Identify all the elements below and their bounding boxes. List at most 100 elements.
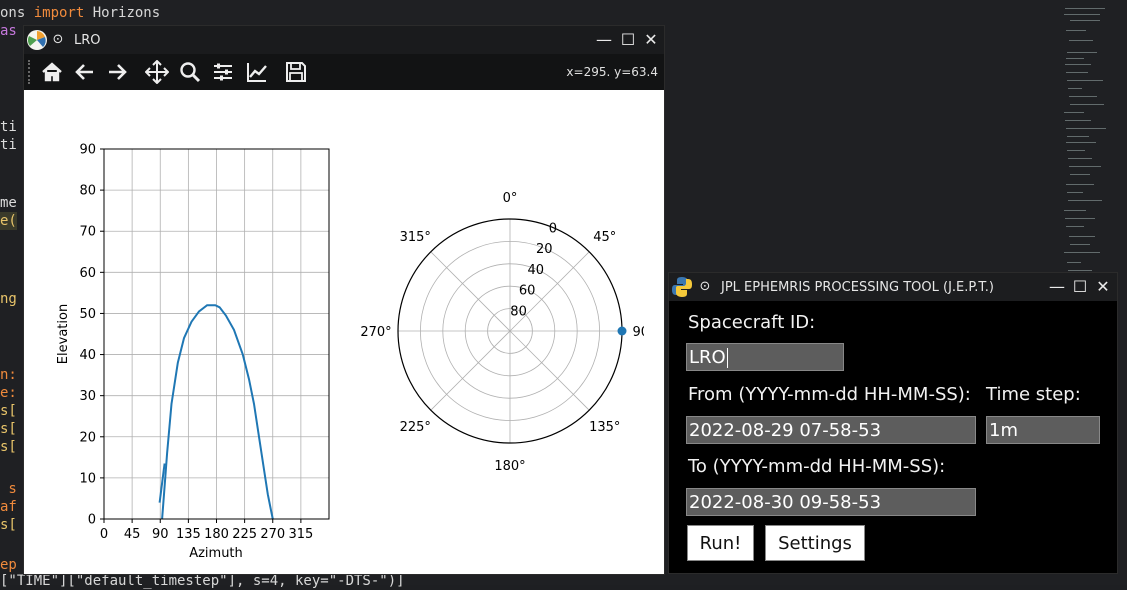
minimap-line <box>1067 192 1083 193</box>
minimap-line <box>1067 80 1103 81</box>
r-label: 20 <box>536 242 553 257</box>
code-line: ons import Horizons <box>0 5 161 21</box>
minimap-line <box>1065 120 1091 121</box>
to-date-label: To (YYYY-mm-dd HH-MM-SS): <box>688 456 946 477</box>
spacecraft-id-input[interactable]: LRO <box>686 343 844 371</box>
minimap-line <box>1066 128 1106 129</box>
maximize-button[interactable]: ☐ <box>618 30 638 50</box>
x-tick-label: 135 <box>176 527 201 542</box>
minimap-line <box>1070 244 1090 245</box>
minimap-line <box>1068 200 1102 201</box>
minimap-line <box>1065 218 1095 219</box>
minimap-line <box>1068 88 1082 89</box>
series-line <box>161 304 274 520</box>
polar-spoke <box>430 330 511 411</box>
y-tick-label: 50 <box>79 307 96 322</box>
jept-window-titlebar[interactable]: ⊙ JPL EPHEMRIS PROCESSING TOOL (J.E.P.T.… <box>669 273 1117 301</box>
x-tick-label: 180 <box>204 527 229 542</box>
elevation-azimuth-chart: 0 45 90 135 180 225 270 315 0 10 20 30 40 50 60 70 80 90… <box>56 143 330 561</box>
minimize-button[interactable]: — <box>1047 277 1067 297</box>
minimap-line <box>1069 236 1095 237</box>
code-line: n: <box>0 367 17 383</box>
code-line: e( <box>0 212 17 230</box>
run-button[interactable]: Run! <box>687 525 754 561</box>
y-tick-label: 70 <box>79 225 96 240</box>
minimap-line <box>1069 40 1093 41</box>
minimize-button[interactable]: — <box>594 30 614 50</box>
maximize-button[interactable]: ☐ <box>1070 277 1090 297</box>
x-tick-label: 270 <box>260 527 285 542</box>
line-chart-icon[interactable] <box>245 60 269 84</box>
x-tick-label: 0 <box>100 527 108 542</box>
code-line: s[ <box>0 403 17 419</box>
minimap-line <box>1066 30 1086 31</box>
pan-icon[interactable] <box>145 60 169 84</box>
theta-label: 45° <box>593 230 616 245</box>
y-tick-label: 20 <box>79 430 96 445</box>
code-line: s[ <box>0 517 17 533</box>
to-date-input[interactable]: 2022-08-30 09-58-53 <box>686 488 976 516</box>
close-button[interactable]: ✕ <box>1093 277 1113 297</box>
y-tick-label: 80 <box>79 184 96 199</box>
cursor-coordinates: x=295. y=63.4 <box>566 65 658 79</box>
code-line: af <box>0 499 17 515</box>
y-tick-label: 40 <box>79 348 96 363</box>
time-step-label: Time step: <box>986 384 1081 405</box>
code-line: me <box>0 195 17 211</box>
plot-window: ⊙ LRO — ☐ ✕ x=295. y=63.4 0 45 90 135 180 225… <box>24 26 664 574</box>
minimap-line <box>1066 72 1088 73</box>
r-label: 0 <box>549 222 557 237</box>
y-tick-label: 90 <box>79 143 96 158</box>
settings-button[interactable]: Settings <box>765 525 865 561</box>
x-axis-label: Azimuth <box>189 546 243 561</box>
code-line: e: <box>0 385 17 401</box>
plot-toolbar: x=295. y=63.4 <box>24 54 664 90</box>
theta-label: 90° <box>632 325 644 340</box>
x-tick-label: 90 <box>152 527 169 542</box>
close-button[interactable]: ✕ <box>641 30 661 50</box>
minimap-line <box>1067 150 1085 151</box>
polar-spoke <box>430 251 511 332</box>
theta-label: 270° <box>360 325 391 340</box>
x-tick-label: 45 <box>124 527 141 542</box>
code-line: ti <box>0 137 17 153</box>
polar-point <box>617 326 627 336</box>
polar-spoke <box>509 330 590 411</box>
x-tick-label: 225 <box>232 527 257 542</box>
code-line: ti <box>0 119 17 135</box>
figure-canvas[interactable]: 0 45 90 135 180 225 270 315 0 10 20 30 40 50 60 70 80 90… <box>24 90 664 574</box>
y-tick-label: 30 <box>79 389 96 404</box>
r-label: 60 <box>519 284 536 299</box>
zoom-icon[interactable] <box>178 60 202 84</box>
code-line: s[ <box>0 439 17 455</box>
pin-icon[interactable]: ⊙ <box>48 30 68 50</box>
minimap-line <box>1064 14 1100 15</box>
code-line: s <box>0 481 17 497</box>
plot-window-titlebar[interactable]: ⊙ LRO — ☐ ✕ <box>24 26 664 54</box>
r-label: 40 <box>527 263 544 278</box>
minimap-line <box>1066 142 1096 143</box>
time-step-input[interactable]: 1m <box>986 416 1100 444</box>
theta-label: 180° <box>494 459 525 474</box>
minimap-line <box>1066 184 1094 185</box>
arrow-left-icon[interactable] <box>73 60 97 84</box>
theta-label: 315° <box>400 230 431 245</box>
minimap-line <box>1067 52 1097 53</box>
theta-label: 225° <box>400 420 431 435</box>
home-icon[interactable] <box>40 60 64 84</box>
y-tick-label: 0 <box>88 513 96 528</box>
from-date-label: From (YYYY-mm-dd HH-MM-SS): <box>688 384 971 405</box>
from-date-input[interactable]: 2022-08-29 07-58-53 <box>686 416 976 444</box>
sliders-icon[interactable] <box>211 60 235 84</box>
code-line: ng <box>0 291 17 307</box>
code-line: s[ <box>0 421 17 437</box>
y-tick-label: 10 <box>79 471 96 486</box>
save-icon[interactable] <box>284 60 308 84</box>
pin-icon[interactable]: ⊙ <box>695 277 715 297</box>
toolbar-grip[interactable] <box>28 60 33 84</box>
plot-window-title: LRO <box>74 33 101 48</box>
minimap-line <box>1068 270 1092 271</box>
arrow-right-icon[interactable] <box>105 60 129 84</box>
theta-label: 135° <box>589 420 620 435</box>
minimap-line <box>1067 136 1089 137</box>
